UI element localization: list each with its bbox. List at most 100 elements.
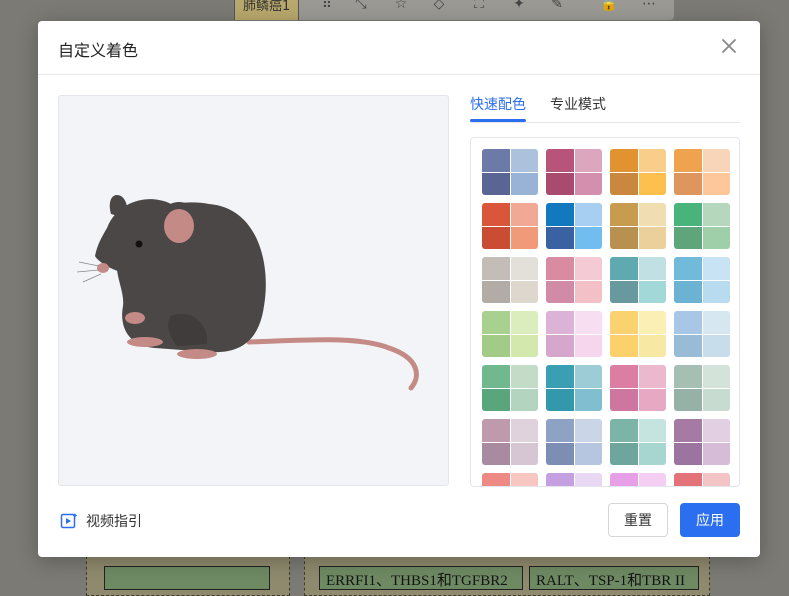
diamond-icon[interactable]: ◇ [430, 0, 448, 14]
palette-color-cell [638, 311, 666, 334]
palette-color-cell [574, 419, 602, 442]
palette-swatch[interactable] [546, 365, 602, 411]
palette-color-cell [674, 280, 702, 303]
palette-color-cell [638, 257, 666, 280]
palette-swatch[interactable] [674, 365, 730, 411]
palette-color-cell [702, 365, 730, 388]
palette-swatch[interactable] [482, 311, 538, 357]
palette-swatch[interactable] [482, 419, 538, 465]
palette-swatch[interactable] [546, 257, 602, 303]
palette-swatch[interactable] [674, 311, 730, 357]
palette-color-cell [510, 257, 538, 280]
mouse-tail [246, 337, 419, 391]
video-guide-link[interactable]: 视频指引 [60, 511, 142, 531]
palette-swatch[interactable] [482, 365, 538, 411]
palette-color-cell [482, 257, 510, 280]
palette-color-cell [638, 473, 666, 486]
palette-color-cell [482, 388, 510, 411]
palette-color-cell [674, 473, 702, 486]
color-mode-tabs: 快速配色 专业模式 [470, 94, 740, 123]
palette-swatch[interactable] [482, 473, 538, 486]
palette-color-cell [610, 334, 638, 357]
apply-button[interactable]: 应用 [680, 503, 740, 537]
palette-color-cell [610, 149, 638, 172]
more-icon[interactable]: ⋯ [640, 0, 658, 14]
palette-color-cell [674, 257, 702, 280]
palette-swatch[interactable] [674, 149, 730, 195]
palette-color-cell [546, 226, 574, 249]
palette-color-cell [702, 203, 730, 226]
palette-color-cell [638, 149, 666, 172]
palette-color-cell [482, 172, 510, 195]
palette-color-cell [510, 419, 538, 442]
video-guide-label: 视频指引 [86, 514, 142, 530]
palette-swatch[interactable] [674, 257, 730, 303]
video-icon [60, 513, 78, 529]
palette-color-cell [638, 388, 666, 411]
palette-swatch[interactable] [610, 257, 666, 303]
palette-swatch[interactable] [610, 365, 666, 411]
palette-swatch[interactable] [546, 149, 602, 195]
reset-button[interactable]: 重置 [608, 503, 668, 537]
palette-color-cell [702, 280, 730, 303]
lock-icon[interactable]: 🔒 [600, 0, 618, 14]
palette-color-cell [702, 334, 730, 357]
palette-color-cell [510, 172, 538, 195]
palette-color-cell [702, 311, 730, 334]
tab-pro-mode[interactable]: 专业模式 [550, 94, 606, 114]
palette-color-cell [638, 365, 666, 388]
palette-color-cell [546, 311, 574, 334]
palette-color-cell [674, 226, 702, 249]
close-button[interactable] [720, 37, 738, 55]
background-cell-genes: ERRFI1、THBS1和TGFBR2 [319, 566, 523, 590]
mouse-illustration [76, 194, 419, 391]
palette-color-cell [610, 172, 638, 195]
palette-color-cell [546, 388, 574, 411]
mouse-foot-back [177, 349, 217, 359]
star-icon[interactable]: ☆ [392, 0, 410, 14]
palette-color-cell [510, 226, 538, 249]
scan-icon[interactable]: ⛶ [470, 0, 488, 14]
palette-swatch[interactable] [610, 419, 666, 465]
palette-color-cell [482, 311, 510, 334]
mouse-ear-back [109, 194, 128, 218]
palette-swatch[interactable] [610, 203, 666, 249]
palette-color-cell [510, 149, 538, 172]
palette-swatch[interactable] [674, 419, 730, 465]
palette-swatch[interactable] [482, 257, 538, 303]
palette-swatch[interactable] [610, 149, 666, 195]
palette-swatch[interactable] [546, 419, 602, 465]
palette-color-cell [610, 419, 638, 442]
palette-color-cell [610, 203, 638, 226]
crop-icon[interactable]: ⤡ [352, 0, 370, 14]
palette-swatch[interactable] [610, 311, 666, 357]
palette-color-cell [638, 280, 666, 303]
palette-swatch[interactable] [546, 203, 602, 249]
palette-color-cell [610, 257, 638, 280]
palette-swatch[interactable] [482, 203, 538, 249]
palette-color-cell [482, 203, 510, 226]
palette-swatch[interactable] [482, 149, 538, 195]
palette-color-cell [702, 257, 730, 280]
palette-swatch[interactable] [546, 311, 602, 357]
palette-color-cell [674, 149, 702, 172]
drag-handle-icon[interactable]: ⠿ [318, 0, 336, 14]
palette-swatch[interactable] [674, 203, 730, 249]
palette-color-cell [610, 226, 638, 249]
palette-color-cell [702, 172, 730, 195]
palette-color-cell [482, 473, 510, 486]
mouse-nose [97, 263, 109, 273]
palette-color-cell [574, 257, 602, 280]
palette-swatch[interactable] [546, 473, 602, 486]
palette-color-cell [510, 388, 538, 411]
palette-color-cell [482, 334, 510, 357]
palette-color-cell [674, 311, 702, 334]
pen-icon[interactable]: ✎ [548, 0, 566, 14]
magic-icon[interactable]: ✦ [510, 0, 528, 14]
palette-color-cell [574, 473, 602, 486]
palette-swatch[interactable] [674, 473, 730, 486]
header-divider [38, 74, 760, 75]
tab-quick-color[interactable]: 快速配色 [470, 94, 526, 114]
palette-swatch[interactable] [610, 473, 666, 486]
palette-color-cell [674, 172, 702, 195]
